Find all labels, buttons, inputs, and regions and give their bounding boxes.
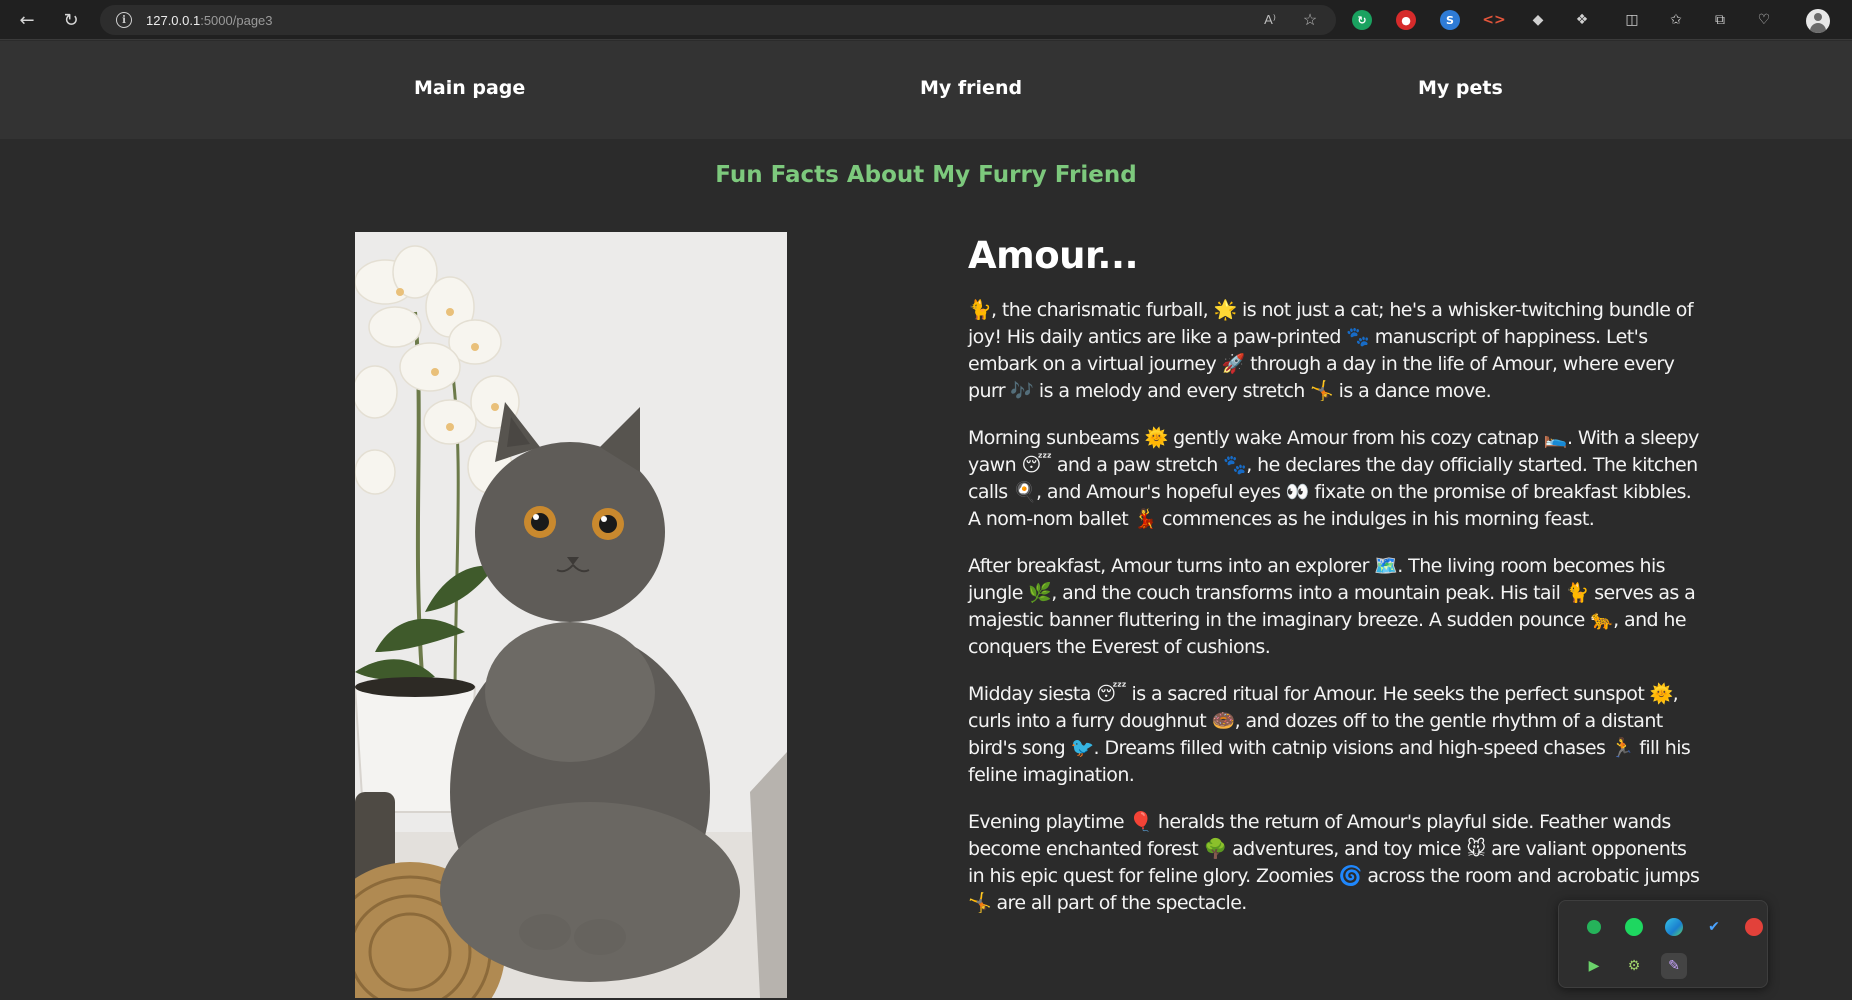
article-paragraph: After breakfast, Amour turns into an exp… bbox=[968, 555, 1696, 658]
grammar-extension-icon[interactable]: ↻ bbox=[1352, 10, 1372, 30]
red-app-icon[interactable] bbox=[1741, 914, 1767, 940]
article-paragraph: Morning sunbeams 🌞 gently wake Amour fro… bbox=[968, 427, 1699, 530]
article-heading: Amour... bbox=[968, 234, 1139, 277]
url-text[interactable]: 127.0.0.1:5000/page3 bbox=[146, 13, 273, 28]
read-aloud-icon[interactable]: A⁾ bbox=[1260, 11, 1280, 29]
adblock-extension-icon[interactable]: ● bbox=[1396, 10, 1416, 30]
article-paragraph: Midday siesta 😴 is a sacred ritual for A… bbox=[968, 683, 1691, 786]
performance-heart-icon[interactable]: ♡ bbox=[1754, 10, 1774, 30]
diamond-extension-icon[interactable]: ◆ bbox=[1528, 10, 1548, 30]
site-info-icon[interactable]: i bbox=[116, 12, 132, 28]
edge-browser-icon[interactable] bbox=[1661, 914, 1687, 940]
nav-link-my-friend[interactable]: My friend bbox=[920, 77, 1022, 103]
browser-toolbar: ← ↻ i 127.0.0.1:5000/page3 A⁾ ☆ ↻ ● S <>… bbox=[0, 0, 1852, 40]
collections-icon[interactable]: ⧉ bbox=[1710, 10, 1730, 30]
site-navigation: Main page My friend My pets bbox=[0, 41, 1852, 139]
pen-app-icon[interactable]: ✎ bbox=[1661, 953, 1687, 979]
page-title: Fun Facts About My Furry Friend bbox=[715, 162, 1137, 188]
code-extension-icon[interactable]: <> bbox=[1482, 10, 1505, 30]
gpu-app-icon[interactable]: ⚙ bbox=[1621, 953, 1647, 979]
extensions-puzzle-icon[interactable]: ❖ bbox=[1572, 10, 1592, 30]
nav-link-my-pets[interactable]: My pets bbox=[1418, 77, 1503, 103]
green-status-icon[interactable] bbox=[1581, 914, 1607, 940]
star-icon[interactable]: ☆ bbox=[1300, 11, 1320, 29]
translate-extension-icon[interactable]: S bbox=[1440, 10, 1460, 30]
nav-link-main-page[interactable]: Main page bbox=[414, 77, 525, 103]
address-bar[interactable]: i 127.0.0.1:5000/page3 A⁾ ☆ bbox=[100, 5, 1336, 35]
reload-icon[interactable]: ↻ bbox=[58, 7, 84, 33]
split-screen-icon[interactable]: ◫ bbox=[1622, 10, 1642, 30]
url-host: 127.0.0.1 bbox=[146, 12, 201, 28]
spotify-icon[interactable] bbox=[1621, 914, 1647, 940]
floating-app-tray: ✔ ▶ ⚙ ✎ bbox=[1558, 900, 1768, 988]
play-app-icon[interactable]: ▶ bbox=[1581, 953, 1607, 979]
cat-photo bbox=[355, 232, 787, 998]
url-path: :5000/page3 bbox=[200, 12, 273, 28]
article-paragraph: 🐈, the charismatic furball, 🌟 is not jus… bbox=[968, 299, 1694, 402]
back-arrow-icon[interactable]: ← bbox=[14, 7, 40, 33]
checkmark-app-icon[interactable]: ✔ bbox=[1701, 914, 1727, 940]
profile-avatar-icon[interactable] bbox=[1806, 9, 1830, 33]
favorites-icon[interactable]: ✩ bbox=[1666, 10, 1686, 30]
article: Amour... 🐈, the charismatic furball, 🌟 i… bbox=[968, 234, 1700, 937]
